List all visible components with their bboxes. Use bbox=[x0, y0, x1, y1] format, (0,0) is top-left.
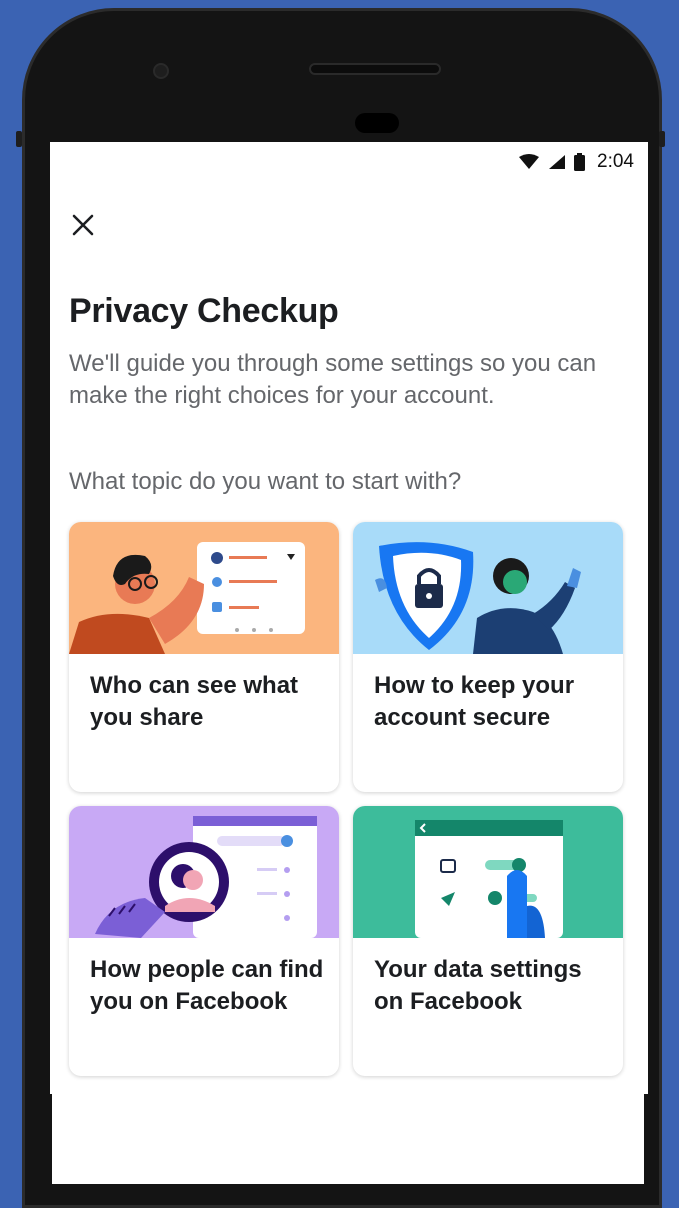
topic-card-account-secure[interactable]: How to keep your account secure bbox=[353, 522, 623, 792]
topic-card-find-you[interactable]: How people can find you on Facebook bbox=[69, 806, 339, 1076]
phone-side-button bbox=[16, 131, 22, 147]
signal-icon bbox=[549, 155, 566, 169]
status-time: 2:04 bbox=[597, 151, 634, 172]
magnifier-search-illustration bbox=[69, 806, 339, 938]
topic-card-label: Your data settings on Facebook bbox=[374, 956, 582, 1015]
topic-card-label: How people can find you on Facebook bbox=[90, 956, 324, 1015]
close-icon bbox=[72, 214, 94, 236]
topic-card-who-can-see[interactable]: Who can see what you share bbox=[69, 522, 339, 792]
page-title: Privacy Checkup bbox=[69, 292, 339, 330]
wifi-icon bbox=[519, 154, 540, 169]
proximity-sensor bbox=[355, 113, 399, 133]
topic-card-label: How to keep your account secure bbox=[374, 672, 575, 731]
page-description: We'll guide you through some settings so… bbox=[69, 350, 597, 409]
topic-card-data-settings[interactable]: Your data settings on Facebook bbox=[353, 806, 623, 1076]
topic-prompt: What topic do you want to start with? bbox=[69, 468, 462, 495]
front-camera bbox=[153, 63, 169, 79]
app-screen: 2:04 Privacy Checkup We'll guide you thr… bbox=[50, 142, 648, 1094]
battery-icon bbox=[574, 153, 586, 171]
topic-card-label: Who can see what you share bbox=[90, 672, 299, 731]
status-bar: 2:04 bbox=[50, 142, 648, 182]
shield-lock-illustration bbox=[353, 522, 623, 654]
app-screen-lower bbox=[52, 1094, 644, 1184]
person-audience-illustration bbox=[69, 522, 339, 654]
earpiece-speaker bbox=[309, 63, 441, 75]
data-settings-illustration bbox=[353, 806, 623, 938]
phone-side-button bbox=[659, 131, 665, 147]
close-button[interactable] bbox=[66, 208, 100, 242]
